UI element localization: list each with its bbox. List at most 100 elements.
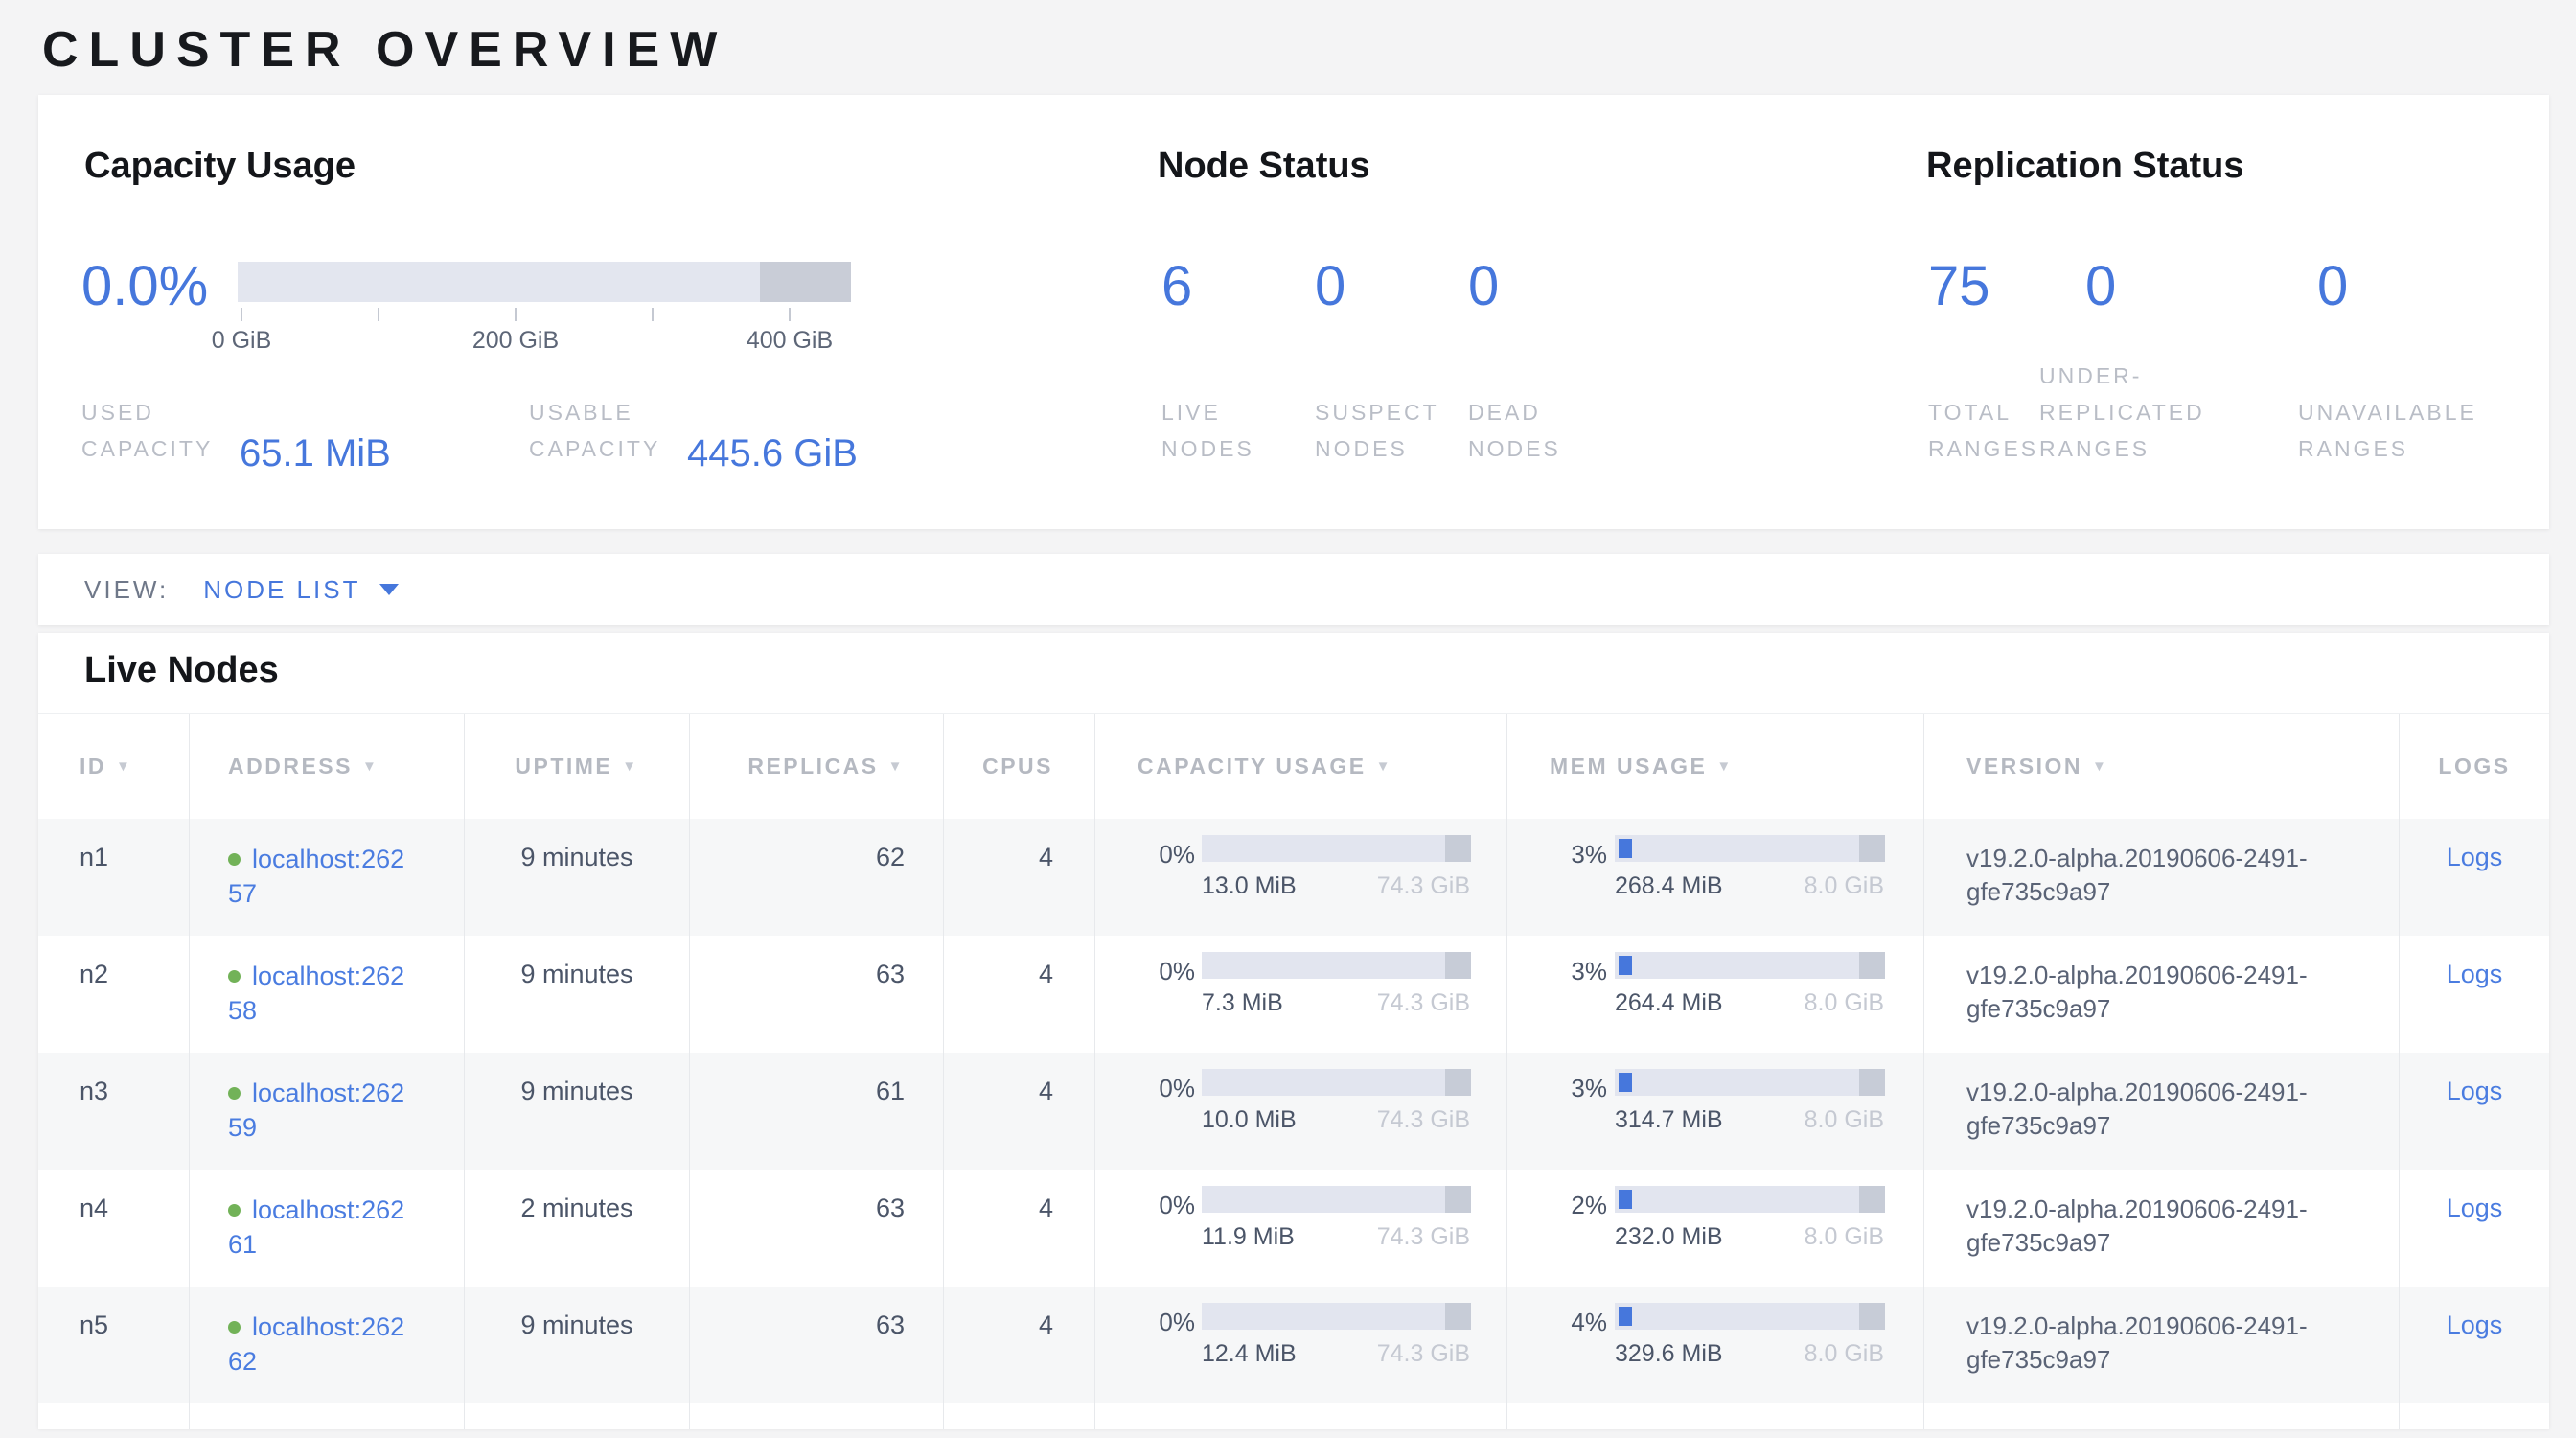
node-id-cell: n2 <box>38 936 189 1053</box>
capacity-used-value: 11.9 MiB <box>1202 1223 1295 1251</box>
cpus-cell: 4 <box>943 819 1094 936</box>
view-selected-value: NODE LIST <box>203 575 360 605</box>
summary-card: Capacity Usage 0.0% 0 GiB 200 GiB 400 Gi… <box>38 95 2549 529</box>
mem-max-value: 8.0 GiB <box>1805 1106 1884 1134</box>
total-ranges-label: TOTALRANGES <box>1928 394 2038 467</box>
capacity-bar <box>1202 1303 1471 1330</box>
chevron-down-icon <box>380 584 399 595</box>
view-selector-bar: VIEW: NODE LIST <box>38 554 2549 625</box>
cluster-overview-page: CLUSTER OVERVIEW Capacity Usage 0.0% 0 G… <box>0 0 2576 1438</box>
sort-arrow-icon: ▼ <box>888 758 905 775</box>
capacity-percent: 0% <box>1095 957 1195 986</box>
capacity-bar <box>1202 952 1471 979</box>
capacity-bar-remainder <box>1445 1186 1471 1213</box>
node-address-link[interactable]: localhost:26259 <box>228 1078 404 1142</box>
logs-link[interactable]: Logs <box>2447 843 2503 871</box>
mem-bar <box>1615 1069 1885 1096</box>
logs-cell: Logs <box>2399 1170 2549 1287</box>
live-nodes-heading: Live Nodes <box>84 650 279 691</box>
mem-percent: 2% <box>1507 1191 1607 1220</box>
node-id-cell: n1 <box>38 819 189 936</box>
table-row: n5 localhost:26262 9 minutes 63 4 0% 12.… <box>38 1287 2549 1403</box>
capacity-bar-remainder <box>1445 1069 1471 1096</box>
mem-bar-remainder <box>1859 1303 1885 1330</box>
column-header-mem-usage[interactable]: MEM USAGE▼ <box>1506 714 1923 819</box>
node-address-link[interactable]: localhost:26261 <box>228 1195 404 1259</box>
sort-arrow-icon: ▼ <box>1716 758 1733 775</box>
live-nodes-card: Live Nodes ID▼ ADDRESS▼ UPTIME▼ REPLICAS… <box>38 633 2549 1428</box>
mem-percent: 4% <box>1507 1308 1607 1337</box>
mem-used-value: 232.0 MiB <box>1615 1223 1723 1251</box>
capacity-bar <box>1202 1186 1471 1213</box>
mem-bar <box>1615 1186 1885 1213</box>
usable-capacity-label: USABLECAPACITY <box>529 394 660 467</box>
mem-bar-remainder <box>1859 952 1885 979</box>
capacity-max-value: 74.3 GiB <box>1377 872 1470 900</box>
node-live-status-icon <box>228 1204 241 1217</box>
mem-bar-fill <box>1619 839 1632 858</box>
capacity-bar <box>1202 835 1471 862</box>
replicas-cell: 61 <box>689 1053 943 1170</box>
logs-link[interactable]: Logs <box>2447 1077 2503 1105</box>
capacity-max-value: 74.3 GiB <box>1377 1340 1470 1368</box>
node-address-link[interactable]: localhost:26262 <box>228 1312 404 1376</box>
table-row-partial <box>38 1403 2549 1429</box>
capacity-bar-remainder <box>1445 835 1471 862</box>
table-row: n3 localhost:26259 9 minutes 61 4 0% 10.… <box>38 1053 2549 1170</box>
version-cell: v19.2.0-alpha.20190606-2491-gfe735c9a97 <box>1923 1287 2399 1403</box>
mem-max-value: 8.0 GiB <box>1805 872 1884 900</box>
uptime-cell: 9 minutes <box>464 936 689 1053</box>
node-live-status-icon <box>228 853 241 866</box>
table-row: n4 localhost:26261 2 minutes 63 4 0% 11.… <box>38 1170 2549 1287</box>
uptime-cell: 9 minutes <box>464 1053 689 1170</box>
node-address-cell: localhost:26258 <box>189 936 464 1053</box>
column-header-id[interactable]: ID▼ <box>38 714 189 819</box>
logs-link[interactable]: Logs <box>2447 1310 2503 1339</box>
capacity-usage-cell: 0% 7.3 MiB 74.3 GiB <box>1094 936 1506 1053</box>
logs-link[interactable]: Logs <box>2447 960 2503 988</box>
sort-arrow-icon: ▼ <box>362 758 379 775</box>
node-address-link[interactable]: localhost:26258 <box>228 962 404 1025</box>
under-replicated-label: UNDER-REPLICATEDRANGES <box>2039 358 2205 467</box>
axis-tick <box>789 308 791 321</box>
mem-max-value: 8.0 GiB <box>1805 1223 1884 1251</box>
used-capacity-label: USEDCAPACITY <box>81 394 213 467</box>
logs-link[interactable]: Logs <box>2447 1194 2503 1222</box>
column-header-replicas[interactable]: REPLICAS▼ <box>689 714 943 819</box>
mem-percent: 3% <box>1507 1074 1607 1103</box>
logs-cell: Logs <box>2399 1053 2549 1170</box>
mem-used-value: 314.7 MiB <box>1615 1106 1723 1134</box>
node-status-heading: Node Status <box>1158 146 1370 187</box>
view-dropdown[interactable]: NODE LIST <box>203 575 399 605</box>
axis-tick-label: 400 GiB <box>713 327 866 355</box>
uptime-cell: 2 minutes <box>464 1170 689 1287</box>
cpus-cell: 4 <box>943 1053 1094 1170</box>
sort-arrow-icon: ▼ <box>1376 758 1392 775</box>
mem-bar-fill <box>1619 1190 1632 1209</box>
replicas-cell: 63 <box>689 1287 943 1403</box>
mem-usage-cell: 4% 329.6 MiB 8.0 GiB <box>1506 1287 1923 1403</box>
capacity-used-value: 10.0 MiB <box>1202 1106 1297 1134</box>
column-header-cpus: CPUS <box>943 714 1094 819</box>
node-address-cell: localhost:26261 <box>189 1170 464 1287</box>
column-header-uptime[interactable]: UPTIME▼ <box>464 714 689 819</box>
capacity-percent: 0.0% <box>81 254 208 318</box>
column-header-address[interactable]: ADDRESS▼ <box>189 714 464 819</box>
table-header-row: ID▼ ADDRESS▼ UPTIME▼ REPLICAS▼ CPUS CAPA… <box>38 714 2549 819</box>
column-header-capacity-usage[interactable]: CAPACITY USAGE▼ <box>1094 714 1506 819</box>
dead-nodes-label: DEADNODES <box>1468 394 1561 467</box>
capacity-gauge-bar <box>238 262 851 302</box>
node-address-link[interactable]: localhost:26257 <box>228 845 404 908</box>
node-address-cell: localhost:26262 <box>189 1287 464 1403</box>
logs-cell: Logs <box>2399 1287 2549 1403</box>
replicas-cell: 63 <box>689 936 943 1053</box>
version-cell: v19.2.0-alpha.20190606-2491-gfe735c9a97 <box>1923 819 2399 936</box>
capacity-used-value: 12.4 MiB <box>1202 1340 1297 1368</box>
logs-cell: Logs <box>2399 819 2549 936</box>
axis-tick <box>378 308 380 321</box>
column-header-version[interactable]: VERSION▼ <box>1923 714 2399 819</box>
axis-tick <box>241 308 242 321</box>
live-nodes-table: ID▼ ADDRESS▼ UPTIME▼ REPLICAS▼ CPUS CAPA… <box>38 713 2549 1429</box>
capacity-usage-cell: 0% 10.0 MiB 74.3 GiB <box>1094 1053 1506 1170</box>
mem-bar-remainder <box>1859 835 1885 862</box>
